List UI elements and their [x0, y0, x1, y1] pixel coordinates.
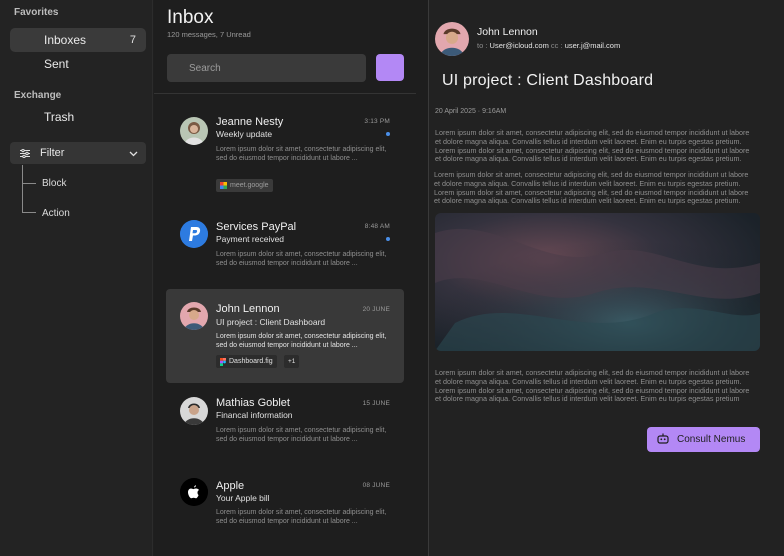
- sidebar-item-label: Inboxes: [44, 33, 87, 47]
- to-label: to :: [477, 41, 488, 50]
- attachment-chip[interactable]: Dashboard.fig: [216, 355, 277, 368]
- filter-dropdown[interactable]: Filter: [10, 142, 146, 164]
- google-meet-icon: [220, 182, 227, 189]
- mail-app: Favorites Inboxes 7 Sent Exchange Trash …: [0, 0, 784, 556]
- inbox-count-badge: 7: [129, 34, 136, 46]
- mail-subject: Financal information: [216, 410, 293, 420]
- sender-name: Apple: [216, 480, 245, 492]
- more-attachments-badge[interactable]: +1: [284, 355, 300, 368]
- sidebar: Favorites Inboxes 7 Sent Exchange Trash …: [0, 0, 153, 556]
- page-title: Inbox: [167, 7, 214, 28]
- mail-item-apple[interactable]: Apple Your Apple bill 08 JUNE Lorem ipsu…: [166, 472, 404, 544]
- recipients: to : User@icloud.com cc : user.j@mail.co…: [477, 41, 620, 50]
- avatar: [180, 117, 208, 145]
- mail-subject: Payment received: [216, 234, 285, 244]
- attachment-label: Dashboard.fig: [229, 358, 273, 365]
- mail-subject: Your Apple bill: [216, 493, 270, 503]
- tree-branch: [22, 183, 36, 184]
- sidebar-item-label: Trash: [44, 110, 75, 124]
- sender-name: Services PayPal: [216, 221, 297, 233]
- tree-branch: [22, 212, 36, 213]
- exchange-section-label: Exchange: [14, 90, 62, 101]
- attachment-chip[interactable]: meet.google: [216, 179, 273, 192]
- mail-date: 08 JUNE: [362, 482, 390, 489]
- avatar: [180, 397, 208, 425]
- mail-timestamp: 20 April 2025 · 9:16AM: [435, 108, 507, 115]
- mail-preview: Lorem ipsum dolor sit amet, consectetur …: [216, 509, 387, 525]
- mail-subject: Weekly update: [216, 129, 273, 139]
- paypal-logo-icon: [180, 220, 208, 248]
- mail-subject: UI project : Client Dashboard: [216, 317, 326, 327]
- consult-label: Consult Nemus: [677, 434, 746, 445]
- mail-date: 8:48 AM: [364, 223, 390, 230]
- figma-icon: [220, 357, 226, 366]
- mail-item-jeanne[interactable]: Jeanne Nesty Weekly update 3:13 PM Lorem…: [166, 104, 404, 200]
- mail-list-panel: Inbox 120 messages, 7 Unread Search Jean…: [154, 0, 428, 556]
- robot-icon: [657, 433, 669, 447]
- sliders-icon: [10, 148, 40, 158]
- apple-logo-icon: [180, 478, 208, 506]
- search-input[interactable]: Search: [167, 54, 366, 82]
- tree-connector: [22, 165, 23, 213]
- favorites-section-label: Favorites: [14, 7, 59, 18]
- mail-paragraph: Lorem ipsum dolor sit amet, consectetur …: [435, 368, 750, 404]
- sidebar-item-trash[interactable]: Trash: [10, 105, 146, 129]
- avatar: [180, 302, 208, 330]
- mail-date: 15 JUNE: [362, 400, 390, 407]
- mail-subject-heading: UI project : Client Dashboard: [442, 72, 654, 89]
- mail-item-mathias[interactable]: Mathias Goblet Financal information 15 J…: [166, 388, 404, 460]
- consult-nemus-button[interactable]: Consult Nemus: [647, 427, 760, 452]
- to-address[interactable]: User@icloud.com: [490, 41, 549, 50]
- filter-item-action[interactable]: Action: [42, 208, 70, 219]
- mail-paragraph: Lorem ipsum dolor sit amet, consectetur …: [435, 128, 750, 164]
- filter-label: Filter: [40, 147, 65, 159]
- sender-avatar: [435, 22, 469, 56]
- attachment-label: meet.google: [230, 182, 269, 189]
- unread-dot: [386, 132, 390, 136]
- reader-para-2: Lorem ipsum dolor sit amet, consectetur …: [434, 170, 749, 206]
- mail-image[interactable]: [435, 213, 760, 351]
- filter-item-block[interactable]: Block: [42, 178, 66, 189]
- unread-dot: [386, 237, 390, 241]
- reading-pane: John Lennon to : User@icloud.com cc : us…: [428, 0, 784, 556]
- sender-name: John Lennon: [216, 303, 280, 315]
- mail-preview: Lorem ipsum dolor sit amet, consectetur …: [216, 427, 387, 443]
- mail-item-john[interactable]: John Lennon UI project : Client Dashboar…: [166, 289, 404, 383]
- mail-preview: Lorem ipsum dolor sit amet, consectetur …: [216, 333, 387, 349]
- mail-item-paypal[interactable]: Services PayPal Payment received 8:48 AM…: [166, 210, 404, 282]
- sender-name: John Lennon: [477, 26, 538, 38]
- mail-preview: Lorem ipsum dolor sit amet, consectetur …: [216, 146, 387, 162]
- sidebar-item-label: Sent: [44, 57, 69, 71]
- chevron-down-icon: [129, 148, 138, 160]
- cc-address[interactable]: user.j@mail.com: [565, 41, 621, 50]
- inbox-summary: 120 messages, 7 Unread: [167, 30, 251, 39]
- mail-date: 20 JUNE: [362, 306, 390, 313]
- sidebar-item-inboxes[interactable]: Inboxes 7: [10, 28, 146, 52]
- sender-name: Mathias Goblet: [216, 397, 290, 409]
- cc-label: cc :: [550, 41, 563, 50]
- compose-button[interactable]: [376, 54, 404, 81]
- mail-preview: Lorem ipsum dolor sit amet, consectetur …: [216, 251, 387, 267]
- divider: [154, 93, 416, 94]
- sender-name: Jeanne Nesty: [216, 116, 284, 128]
- sidebar-item-sent[interactable]: Sent: [10, 52, 146, 76]
- mail-date: 3:13 PM: [364, 118, 390, 125]
